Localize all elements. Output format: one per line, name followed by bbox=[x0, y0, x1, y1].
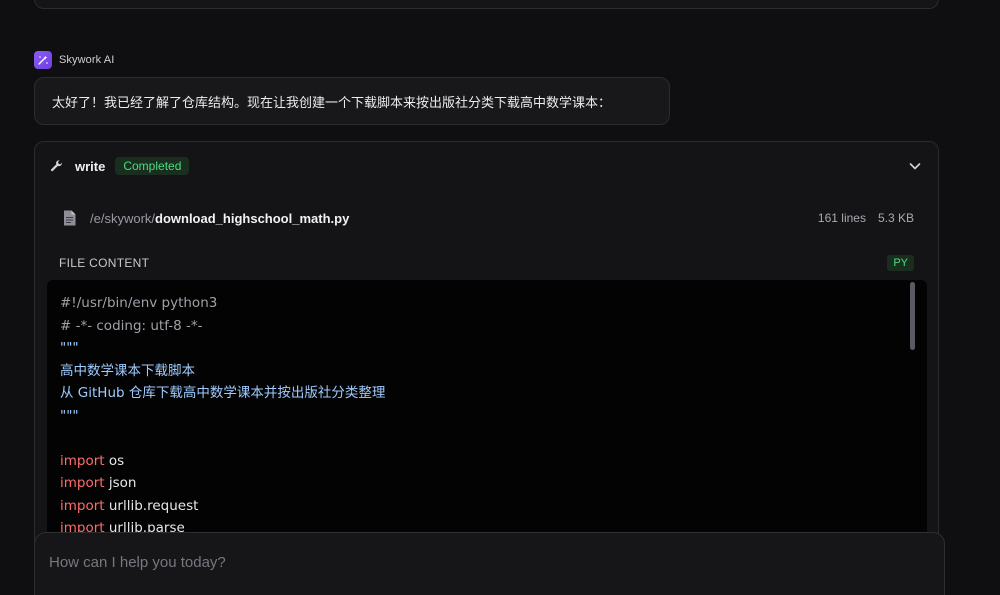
file-info-row: /e/skywork/ download_highschool_math.py … bbox=[63, 208, 914, 228]
assistant-name: Skywork AI bbox=[59, 54, 115, 66]
assistant-message: 太好了！我已经了解了仓库结构。现在让我创建一个下载脚本来按出版社分类下载高中数学… bbox=[34, 77, 670, 125]
status-badge: Completed bbox=[115, 157, 190, 175]
code-token: """ bbox=[60, 407, 79, 424]
previous-message-card bbox=[34, 0, 939, 9]
assistant-message-text: 太好了！我已经了解了仓库结构。现在让我创建一个下载脚本来按出版社分类下载高中数学… bbox=[52, 94, 612, 110]
code-line: 从 GitHub 仓库下载高中数学课本并按出版社分类整理 bbox=[60, 382, 385, 405]
code-content: #!/usr/bin/env python3 # -*- coding: utf-… bbox=[60, 292, 385, 540]
file-content-label: FILE CONTENT bbox=[59, 256, 150, 270]
language-badge: PY bbox=[887, 255, 914, 271]
code-line: import json bbox=[60, 472, 385, 495]
tool-call-header[interactable]: write Completed bbox=[50, 156, 922, 176]
code-line: """ bbox=[60, 405, 385, 428]
code-token: json bbox=[104, 475, 137, 491]
file-directory: /e/skywork/ bbox=[90, 210, 156, 226]
tool-call-card: write Completed /e/skywork/ download_hig… bbox=[34, 141, 939, 595]
code-token: 从 GitHub 仓库下载高中数学课本并按出版社分类整理 bbox=[60, 385, 386, 401]
chevron-down-icon[interactable] bbox=[908, 159, 922, 173]
file-size: 5.3 KB bbox=[877, 211, 914, 225]
wrench-icon bbox=[50, 160, 63, 172]
code-token: # -*- coding: utf-8 -*- bbox=[60, 317, 203, 334]
code-line: import os bbox=[60, 450, 385, 473]
skywork-logo-icon bbox=[34, 51, 52, 69]
code-scrollbar[interactable] bbox=[910, 282, 915, 350]
code-line: # -*- coding: utf-8 -*- bbox=[60, 315, 385, 338]
code-token: os bbox=[104, 452, 125, 469]
code-line: import urllib.request bbox=[60, 495, 385, 518]
code-keyword: import bbox=[60, 475, 105, 491]
code-line: 高中数学课本下载脚本 bbox=[60, 360, 385, 383]
file-line-count: 161 lines bbox=[817, 211, 866, 225]
chat-input[interactable] bbox=[49, 550, 909, 574]
code-keyword: import bbox=[60, 497, 105, 514]
file-name: download_highschool_math.py bbox=[155, 210, 350, 226]
code-line: """ bbox=[60, 337, 385, 360]
file-icon bbox=[64, 210, 76, 226]
code-token: """ bbox=[60, 340, 79, 356]
code-line: #!/usr/bin/env python3 bbox=[60, 292, 385, 315]
code-token: #!/usr/bin/env python3 bbox=[60, 295, 218, 311]
file-meta: 161 lines 5.3 KB bbox=[818, 211, 914, 225]
code-keyword: import bbox=[60, 452, 105, 469]
chat-input-container bbox=[34, 532, 945, 595]
tool-name: write bbox=[75, 158, 106, 174]
code-token: 高中数学课本下载脚本 bbox=[60, 362, 195, 379]
code-token: urllib.request bbox=[104, 497, 199, 514]
assistant-header: Skywork AI bbox=[34, 51, 114, 69]
chat-view: Skywork AI 太好了！我已经了解了仓库结构。现在让我创建一个下载脚本来按… bbox=[0, 0, 1000, 595]
